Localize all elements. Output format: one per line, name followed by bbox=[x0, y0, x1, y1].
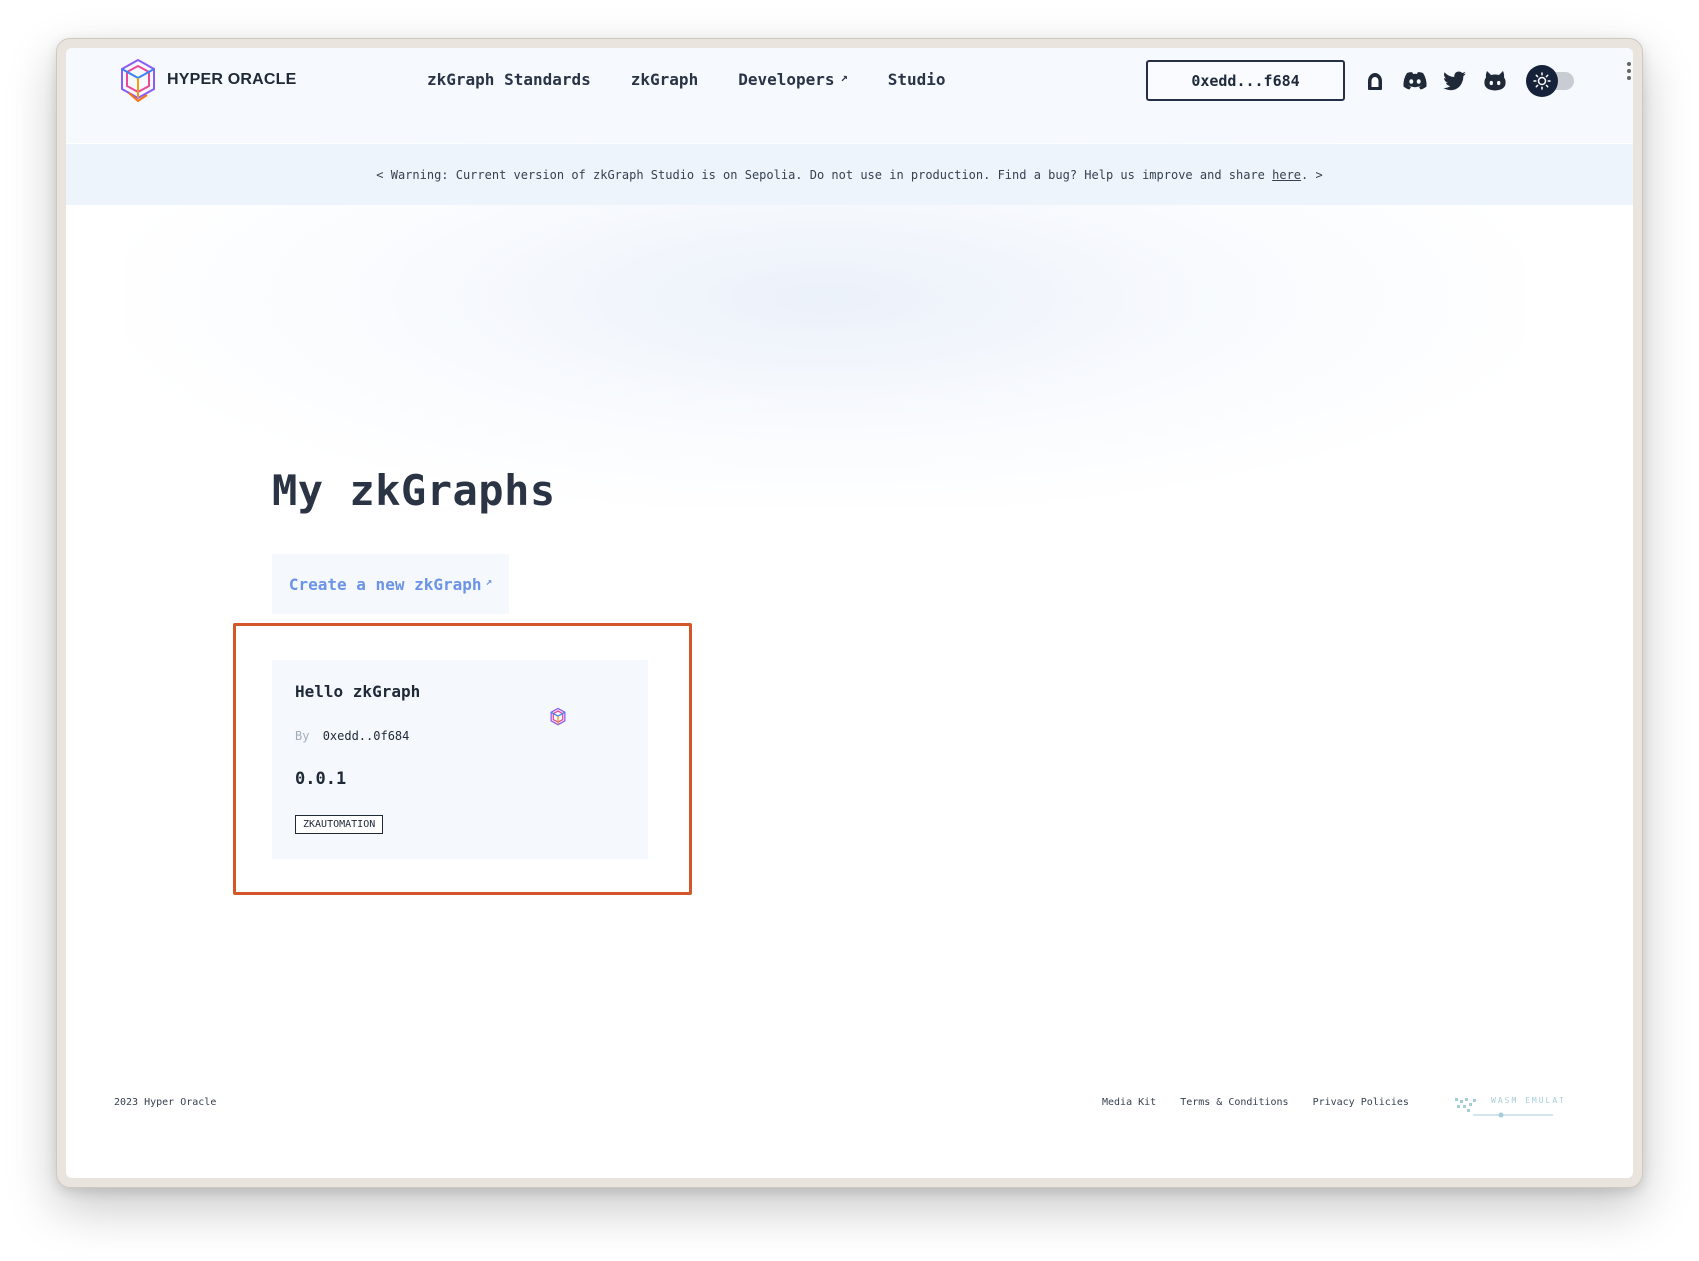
wasm-line: WASM EMULATOR bbox=[1491, 1096, 1563, 1105]
nav-item-zkgraph-standards[interactable]: zkGraph Standards bbox=[427, 70, 591, 89]
nav-label: zkGraph Standards bbox=[427, 70, 591, 89]
external-link-icon: ↗ bbox=[485, 574, 493, 588]
card-logo-icon bbox=[549, 707, 567, 731]
footer-link-media-kit[interactable]: Media Kit bbox=[1102, 1097, 1156, 1108]
create-zkgraph-button[interactable]: Create a new zkGraph ↗ bbox=[272, 554, 509, 614]
footer-copyright: 2023 Hyper Oracle bbox=[114, 1097, 217, 1108]
nav-item-studio[interactable]: Studio bbox=[888, 70, 946, 89]
toggle-knob bbox=[1526, 65, 1558, 97]
card-author: By 0xedd..0f684 bbox=[295, 729, 409, 743]
by-label: By bbox=[295, 729, 310, 743]
footer-links: Media Kit Terms & Conditions Privacy Pol… bbox=[1102, 1097, 1409, 1108]
github-icon[interactable] bbox=[1482, 68, 1508, 94]
main-nav: zkGraph Standards zkGraph Developers ↗ S… bbox=[427, 69, 986, 90]
wasm-emulator-badge[interactable]: WASM EMULATOR bbox=[1453, 1092, 1578, 1120]
page-title: My zkGraphs bbox=[272, 466, 556, 515]
brand-name: HYPER ORACLE bbox=[167, 71, 297, 88]
nav-label: Studio bbox=[887, 70, 946, 89]
hyper-oracle-logo-icon bbox=[121, 58, 155, 103]
nav-label: Developers bbox=[738, 70, 835, 89]
warning-suffix: . > bbox=[1301, 167, 1323, 182]
page-viewport: HYPER ORACLE zkGraph Standards zkGraph D… bbox=[66, 48, 1633, 1178]
scrollbar-handle[interactable] bbox=[1627, 62, 1631, 80]
nav-item-zkgraph[interactable]: zkGraph bbox=[631, 70, 698, 89]
brand-logo[interactable]: HYPER ORACLE bbox=[117, 57, 297, 103]
card-title: Hello zkGraph bbox=[295, 682, 421, 701]
create-zkgraph-label: Create a new zkGraph bbox=[288, 574, 482, 594]
warning-text: < Warning: Current version of zkGraph St… bbox=[376, 167, 1273, 182]
card-version: 0.0.1 bbox=[295, 769, 347, 789]
footer-link-terms[interactable]: Terms & Conditions bbox=[1180, 1097, 1288, 1108]
wasm-emulator-logo-icon: WASM EMULATOR bbox=[1455, 1096, 1578, 1118]
external-link-icon: ↗ bbox=[840, 69, 848, 84]
theme-toggle[interactable] bbox=[1526, 65, 1575, 97]
sun-icon bbox=[1533, 72, 1551, 90]
mirror-icon[interactable] bbox=[1362, 68, 1388, 94]
warning-banner: < Warning: Current version of zkGraph St… bbox=[66, 144, 1633, 205]
site-header: HYPER ORACLE zkGraph Standards zkGraph D… bbox=[66, 48, 1633, 143]
twitter-icon[interactable] bbox=[1442, 68, 1468, 94]
social-links bbox=[1362, 68, 1508, 94]
feedback-link[interactable]: here bbox=[1272, 168, 1301, 182]
zkgraph-card[interactable]: Hello zkGraph By 0xedd..0f684 0.0.1 ZKAU… bbox=[272, 660, 648, 859]
browser-window: HYPER ORACLE zkGraph Standards zkGraph D… bbox=[56, 38, 1643, 1188]
wallet-address-button[interactable]: 0xedd...f684 bbox=[1146, 60, 1345, 101]
discord-icon[interactable] bbox=[1402, 68, 1428, 94]
footer-link-privacy[interactable]: Privacy Policies bbox=[1313, 1097, 1409, 1108]
nav-label: zkGraph bbox=[630, 70, 699, 89]
card-tag: ZKAUTOMATION bbox=[295, 815, 384, 834]
author-address: 0xedd..0f684 bbox=[322, 729, 410, 743]
nav-item-developers[interactable]: Developers ↗ bbox=[738, 69, 848, 90]
